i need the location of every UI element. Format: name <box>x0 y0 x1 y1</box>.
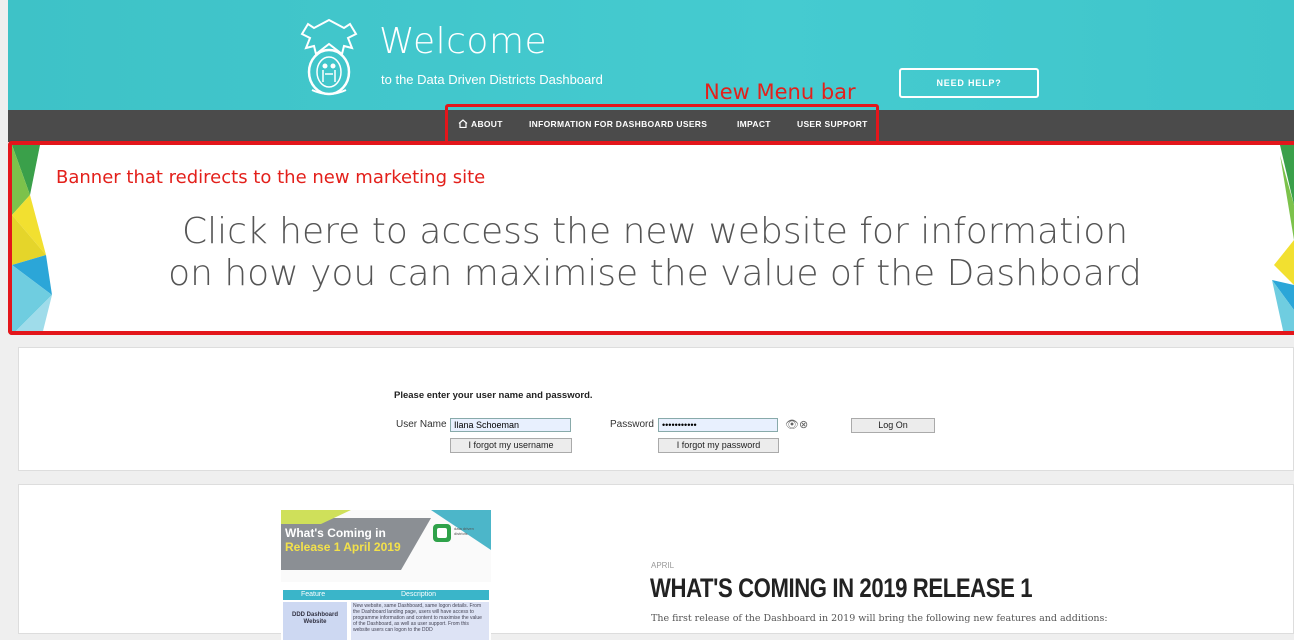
login-panel: Please enter your user name and password… <box>18 347 1294 471</box>
infographic-col-description: Description <box>401 591 437 598</box>
infographic-col-feature: Feature <box>301 591 326 598</box>
infographic-title-line-1: What's Coming in <box>285 526 386 540</box>
infographic-logo-text: data driven districts <box>454 526 474 536</box>
header <box>8 0 1294 110</box>
infographic-row-description: New website, same Dashboard, same logon … <box>351 602 489 640</box>
marketing-banner[interactable]: Banner that redirects to the new marketi… <box>8 141 1294 335</box>
infographic-title: What's Coming in Release 1 April 2019 <box>285 526 401 554</box>
menu-item-information[interactable]: INFORMATION FOR DASHBOARD USERS <box>529 119 707 129</box>
home-icon <box>458 119 468 128</box>
news-month: APRIL <box>651 561 675 570</box>
news-panel: What's Coming in Release 1 April 2019 da… <box>18 484 1294 640</box>
logon-button[interactable]: Log On <box>851 418 935 433</box>
banner-line-1: Click here to access the new website for… <box>181 211 1129 252</box>
annotation-banner-label: Banner that redirects to the new marketi… <box>56 167 486 188</box>
news-title[interactable]: WHAT'S COMING IN 2019 RELEASE 1 <box>650 573 1033 604</box>
forgot-password-button[interactable]: I forgot my password <box>658 438 779 453</box>
login-prompt: Please enter your user name and password… <box>394 390 593 401</box>
page-title: Welcome <box>379 21 548 62</box>
infographic-header: What's Coming in Release 1 April 2019 da… <box>281 510 491 582</box>
eye-icon[interactable]: 👁 <box>785 418 799 431</box>
banner-line-2: on how you can maximise the value of the… <box>168 253 1142 294</box>
menu-item-impact[interactable]: IMPACT <box>737 119 771 129</box>
password-input[interactable]: ••••••••••• <box>658 418 778 432</box>
forgot-username-button[interactable]: I forgot my username <box>450 438 572 453</box>
annotation-menu-label: New Menu bar <box>704 80 856 104</box>
banner-link-text[interactable]: Click here to access the new website for… <box>12 211 1294 295</box>
clear-icon[interactable]: ⊗ <box>799 418 808 431</box>
release-infographic[interactable]: What's Coming in Release 1 April 2019 da… <box>281 510 491 640</box>
menu-item-label: ABOUT <box>471 119 503 129</box>
page-subtitle: to the Data Driven Districts Dashboard <box>381 72 603 87</box>
username-label: User Name <box>396 419 447 430</box>
menu-item-user-support[interactable]: USER SUPPORT <box>797 119 868 129</box>
infographic-row-feature: DDD Dashboard Website <box>283 602 347 640</box>
need-help-button[interactable]: NEED HELP? <box>899 68 1039 98</box>
password-label: Password <box>610 419 654 430</box>
username-input[interactable]: Ilana Schoeman <box>450 418 571 432</box>
news-body: The first release of the Dashboard in 20… <box>651 613 1108 624</box>
menu-item-about[interactable]: ABOUT <box>458 119 503 129</box>
infographic-title-line-2: Release 1 April 2019 <box>285 540 401 554</box>
coat-of-arms-logo <box>300 18 358 96</box>
